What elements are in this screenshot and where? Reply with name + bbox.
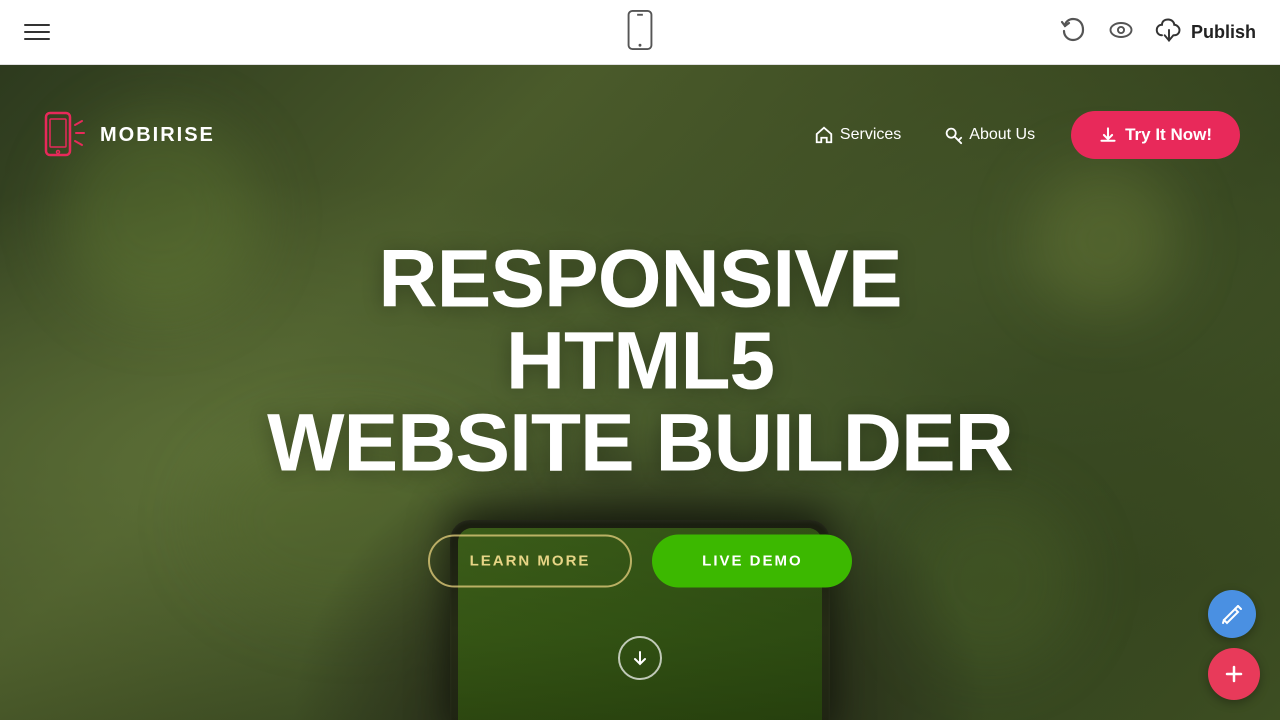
- arrow-down-icon: [631, 649, 649, 667]
- hero-title: RESPONSIVE HTML5 WEBSITE BUILDER: [240, 238, 1040, 484]
- nav-link-services[interactable]: Services: [798, 117, 917, 153]
- plus-icon: [1223, 663, 1245, 685]
- publish-label: Publish: [1191, 22, 1256, 43]
- fab-container: [1208, 590, 1260, 700]
- undo-icon[interactable]: [1059, 16, 1087, 49]
- home-icon: [814, 125, 834, 145]
- download-icon: [1099, 126, 1117, 144]
- nav-services-label: Services: [840, 126, 901, 144]
- scroll-down-button[interactable]: [618, 636, 662, 680]
- learn-more-button[interactable]: LEARN MORE: [428, 534, 633, 587]
- nav-link-about[interactable]: About Us: [927, 117, 1051, 153]
- hero-buttons: LEARN MORE LIVE DEMO: [240, 534, 1040, 587]
- publish-cloud-icon: [1155, 16, 1183, 49]
- publish-button[interactable]: Publish: [1155, 16, 1256, 49]
- nav-logo: MOBIRISE: [40, 105, 215, 165]
- toolbar-center: [626, 10, 654, 55]
- site-navbar: MOBIRISE Services About Us: [0, 65, 1280, 205]
- toolbar-right: Publish: [1059, 16, 1256, 49]
- key-icon: [943, 125, 963, 145]
- fab-add-button[interactable]: [1208, 648, 1260, 700]
- nav-about-label: About Us: [969, 126, 1035, 144]
- hamburger-menu-icon[interactable]: [24, 24, 50, 40]
- try-now-label: Try It Now!: [1125, 125, 1212, 145]
- toolbar-left: [24, 24, 50, 40]
- hero-title-line2: WEBSITE BUILDER: [267, 397, 1013, 488]
- try-now-button[interactable]: Try It Now!: [1071, 111, 1240, 159]
- pencil-icon: [1221, 603, 1243, 625]
- hero-title-line1: RESPONSIVE HTML5: [378, 233, 901, 406]
- fab-edit-button[interactable]: [1208, 590, 1256, 638]
- website-preview: MOBIRISE Services About Us: [0, 65, 1280, 720]
- live-demo-button[interactable]: LIVE DEMO: [652, 534, 852, 587]
- mobile-preview-icon[interactable]: [626, 10, 654, 55]
- hero-content: RESPONSIVE HTML5 WEBSITE BUILDER LEARN M…: [240, 238, 1040, 587]
- preview-eye-icon[interactable]: [1107, 16, 1135, 49]
- logo-text: MOBIRISE: [100, 124, 215, 147]
- hero-section: MOBIRISE Services About Us: [0, 65, 1280, 720]
- logo-icon: [40, 105, 90, 165]
- nav-links: Services About Us Try: [798, 111, 1240, 159]
- toolbar: Publish: [0, 0, 1280, 65]
